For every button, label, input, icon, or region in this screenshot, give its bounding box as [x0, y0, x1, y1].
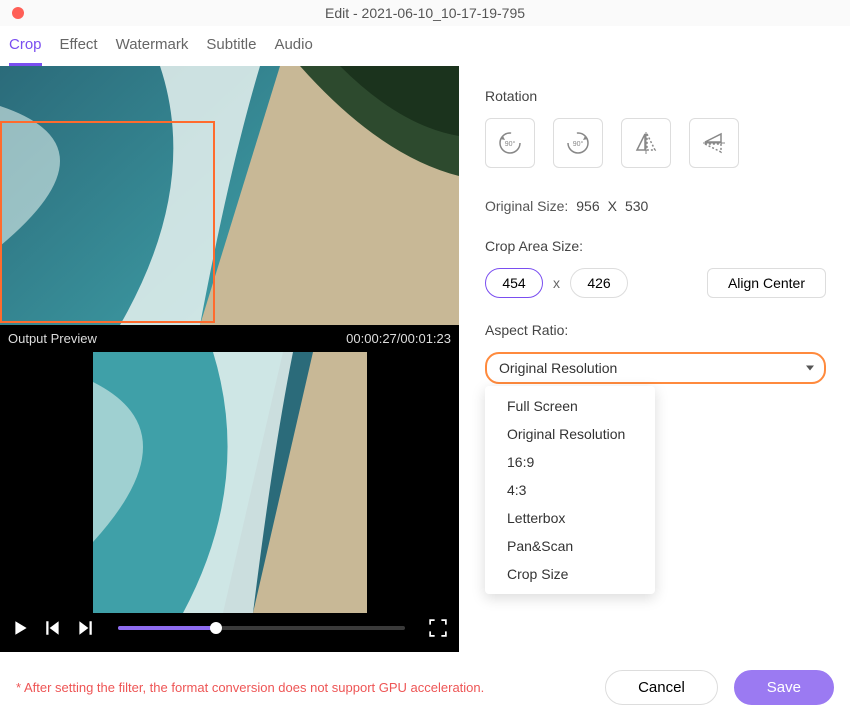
aspect-option-original[interactable]: Original Resolution	[485, 420, 655, 448]
svg-text:90°: 90°	[573, 140, 584, 148]
close-window-button[interactable]	[12, 7, 24, 19]
playback-controls	[0, 613, 459, 643]
aspect-ratio-label: Aspect Ratio:	[485, 322, 826, 338]
output-preview-label: Output Preview	[8, 331, 97, 346]
original-width: 956	[576, 198, 599, 214]
aspect-option-crop-size[interactable]: Crop Size	[485, 560, 655, 588]
crop-selection[interactable]	[0, 121, 215, 323]
crop-canvas[interactable]	[0, 66, 459, 325]
rotate-cw-90-button[interactable]: 90°	[553, 118, 603, 168]
footer: * After setting the filter, the format c…	[0, 660, 850, 714]
crop-width-input[interactable]	[485, 268, 543, 298]
crop-size-sep: x	[553, 275, 560, 291]
step-back-icon[interactable]	[44, 619, 62, 637]
original-height: 530	[625, 198, 648, 214]
original-size-sep: X	[608, 198, 617, 214]
save-button[interactable]: Save	[734, 670, 834, 705]
flip-vertical-button[interactable]	[689, 118, 739, 168]
align-center-button[interactable]: Align Center	[707, 268, 826, 298]
aspect-ratio-dropdown[interactable]: Original Resolution	[485, 352, 826, 384]
aspect-option-full-screen[interactable]: Full Screen	[485, 392, 655, 420]
flip-horizontal-button[interactable]	[621, 118, 671, 168]
output-video-frame	[93, 352, 367, 613]
play-icon[interactable]	[12, 619, 30, 637]
output-canvas	[0, 352, 459, 613]
crop-area-label: Crop Area Size:	[485, 238, 826, 254]
fullscreen-icon[interactable]	[429, 619, 447, 637]
step-forward-icon[interactable]	[76, 619, 94, 637]
rotate-ccw-90-button[interactable]: 90°	[485, 118, 535, 168]
original-size-label: Original Size:	[485, 198, 568, 214]
cancel-button[interactable]: Cancel	[605, 670, 718, 705]
gpu-warning: * After setting the filter, the format c…	[16, 680, 484, 695]
seek-bar[interactable]	[118, 626, 405, 630]
settings-panel: Rotation 90° 90° Original Size: 956 X 53…	[459, 66, 850, 652]
tab-audio[interactable]: Audio	[274, 36, 312, 66]
tab-watermark[interactable]: Watermark	[116, 36, 189, 66]
tab-subtitle[interactable]: Subtitle	[206, 36, 256, 66]
titlebar: Edit - 2021-06-10_10-17-19-795	[0, 0, 850, 26]
svg-text:90°: 90°	[505, 140, 516, 148]
tab-bar: Crop Effect Watermark Subtitle Audio	[0, 26, 850, 66]
preview-panel: Output Preview 00:00:27/00:01:23	[0, 66, 459, 652]
tab-effect[interactable]: Effect	[60, 36, 98, 66]
aspect-ratio-menu: Full Screen Original Resolution 16:9 4:3…	[485, 386, 655, 594]
window-title: Edit - 2021-06-10_10-17-19-795	[325, 5, 525, 21]
aspect-option-panscan[interactable]: Pan&Scan	[485, 532, 655, 560]
crop-height-input[interactable]	[570, 268, 628, 298]
aspect-option-4-3[interactable]: 4:3	[485, 476, 655, 504]
aspect-option-letterbox[interactable]: Letterbox	[485, 504, 655, 532]
tab-crop[interactable]: Crop	[9, 36, 42, 66]
timecode: 00:00:27/00:01:23	[346, 331, 451, 346]
rotation-label: Rotation	[485, 88, 826, 104]
aspect-option-16-9[interactable]: 16:9	[485, 448, 655, 476]
